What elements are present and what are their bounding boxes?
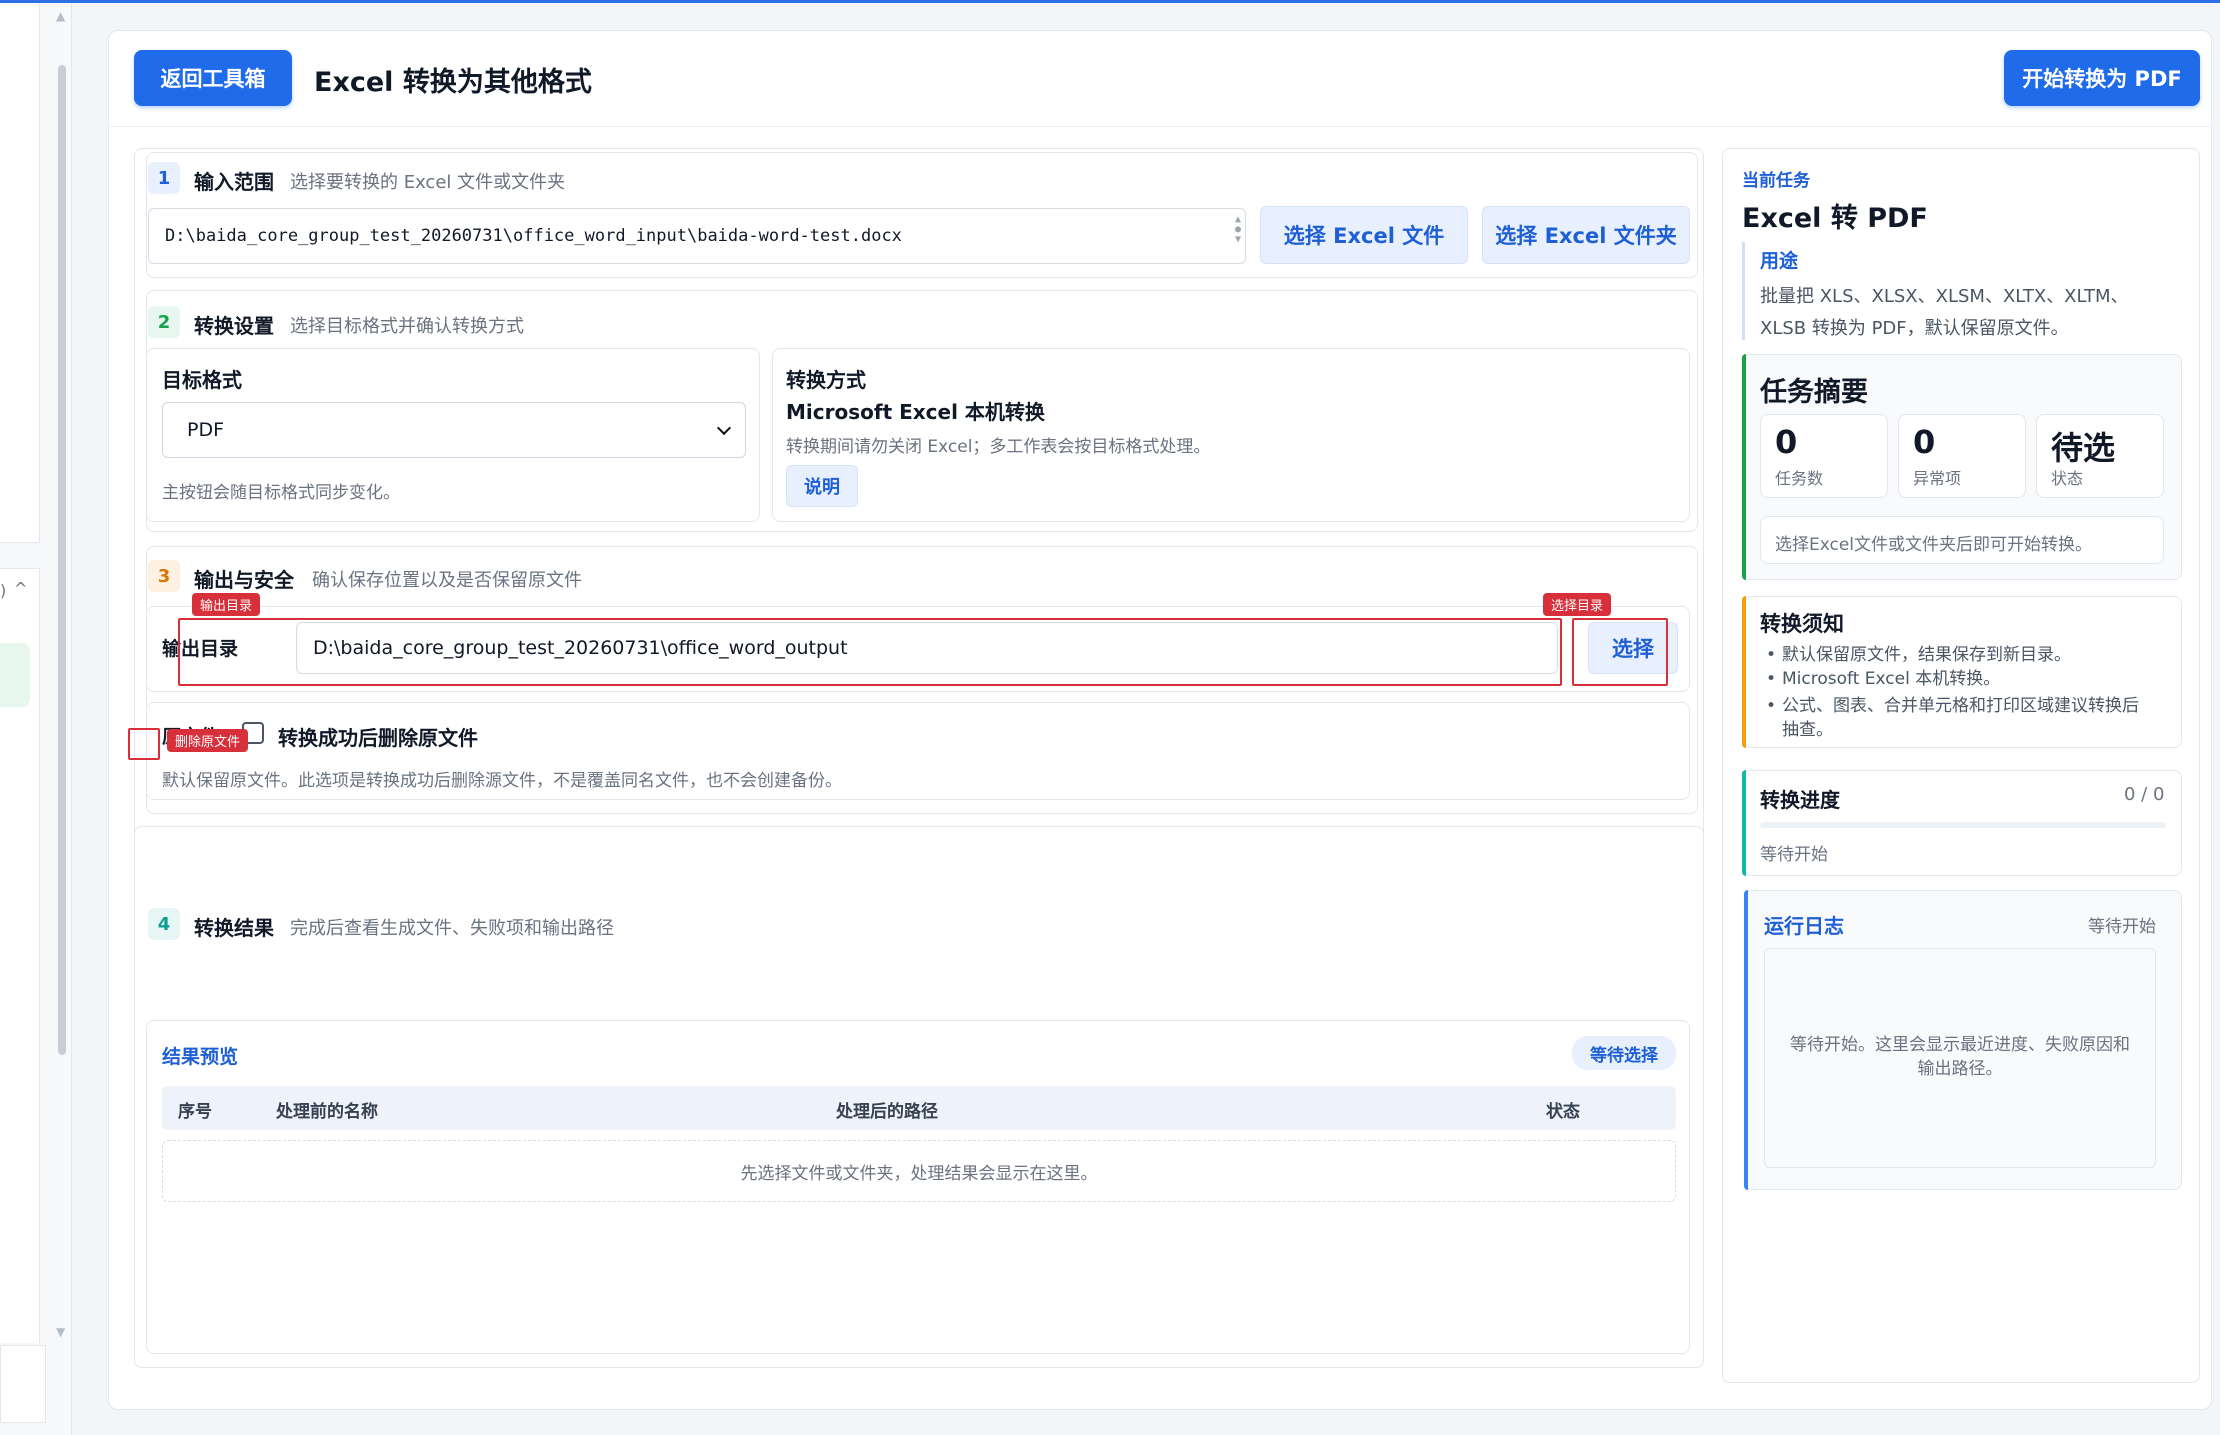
annotation-choose-dir-box <box>1572 618 1668 686</box>
progress-status: 等待开始 <box>1760 845 1828 865</box>
step-1-title: 输入范围 <box>194 170 274 194</box>
column-header-index: 序号 <box>178 1102 212 1122</box>
step-1-badge: 1 <box>148 162 180 194</box>
stat-error-count: 0 异常项 <box>1898 414 2026 498</box>
step-2-subtitle: 选择目标格式并确认转换方式 <box>290 316 524 337</box>
run-log-status: 等待开始 <box>2088 917 2156 937</box>
run-log-text-line-1: 等待开始。这里会显示最近进度、失败原因和 <box>1790 1035 2130 1055</box>
notice-accent <box>1742 596 1746 748</box>
usage-accent <box>1742 242 1745 340</box>
run-log-output[interactable]: 等待开始。这里会显示最近进度、失败原因和 输出路径。 <box>1764 948 2156 1168</box>
background-panel <box>0 1345 46 1423</box>
notice-item: 默认保留原文件，结果保存到新目录。 <box>1766 643 2071 667</box>
log-accent <box>1744 890 1748 1190</box>
run-log-text-line-2: 输出路径。 <box>1917 1059 2003 1079</box>
delete-original-hint: 默认保留原文件。此选项是转换成功后删除源文件，不是覆盖同名文件，也不会创建备份。 <box>162 771 842 791</box>
start-convert-button[interactable]: 开始转换为 PDF <box>2004 50 2200 106</box>
stat-task-count-value: 0 <box>1775 423 1798 461</box>
delete-original-label[interactable]: 转换成功后删除原文件 <box>278 722 478 751</box>
notice-item: 公式、图表、合并单元格和打印区域建议转换后 <box>1766 694 2139 718</box>
usage-label: 用途 <box>1760 250 1799 272</box>
notice-item: Microsoft Excel 本机转换。 <box>1766 667 2000 691</box>
chevron-up-icon: ) <box>0 581 7 600</box>
select-excel-folder-button[interactable]: 选择 Excel 文件夹 <box>1482 206 1690 264</box>
background-chip <box>0 643 30 707</box>
annotation-output-dir-tag: 输出目录 <box>192 593 261 616</box>
current-task-name: Excel 转 PDF <box>1742 203 1928 234</box>
progress-bar <box>1760 822 2166 828</box>
progress-title: 转换进度 <box>1760 788 1840 812</box>
background-app-strip: ) ^ ▲ ▼ <box>0 3 72 1435</box>
summary-accent <box>1742 354 1746 580</box>
column-header-status: 状态 <box>1546 1102 1580 1122</box>
scrollbar-thumb[interactable] <box>58 65 66 1055</box>
stat-status: 待选 状态 <box>2036 414 2164 498</box>
target-format-label: 目标格式 <box>162 368 242 392</box>
step-2-title: 转换设置 <box>194 314 274 338</box>
usage-text-line-2: XLSB 转换为 PDF，默认保留原文件。 <box>1760 318 2069 339</box>
step-4-badge: 4 <box>148 908 180 940</box>
back-to-toolbox-button[interactable]: 返回工具箱 <box>134 50 292 106</box>
usage-text-line-1: 批量把 XLS、XLSX、XLSM、XLTX、XLTM、 <box>1760 286 2129 307</box>
step-2-badge: 2 <box>148 306 180 338</box>
target-format-value: PDF <box>187 419 225 441</box>
input-path-field[interactable]: D:\baida_core_group_test_20260731\office… <box>148 208 1246 264</box>
chevron-down-icon <box>716 420 732 436</box>
chevron-up-icon[interactable]: ^ <box>14 579 27 598</box>
stat-task-count-label: 任务数 <box>1775 469 1824 488</box>
step-4-title: 转换结果 <box>194 916 274 940</box>
scroll-down-arrow-icon[interactable]: ▼ <box>56 1325 65 1339</box>
annotation-output-dir-box <box>178 618 1562 686</box>
convert-method-hint: 转换期间请勿关闭 Excel；多工作表会按目标格式处理。 <box>786 437 1211 457</box>
progress-accent <box>1742 770 1746 876</box>
annotation-choose-dir-tag: 选择目录 <box>1543 593 1612 616</box>
progress-count: 0 / 0 <box>2124 784 2165 805</box>
result-preview-label: 结果预览 <box>162 1046 239 1068</box>
step-4-subtitle: 完成后查看生成文件、失败项和输出路径 <box>290 918 614 939</box>
notice-title: 转换须知 <box>1760 612 1844 636</box>
annotation-delete-tag: 删除原文件 <box>167 729 249 752</box>
target-format-hint: 主按钮会随目标格式同步变化。 <box>162 483 400 503</box>
page-title: Excel 转换为其他格式 <box>314 67 592 98</box>
scroll-up-arrow-icon[interactable]: ▲ <box>56 9 65 23</box>
step-3-title: 输出与安全 <box>194 568 294 592</box>
target-format-select[interactable]: PDF <box>162 402 746 458</box>
stat-status-value: 待选 <box>2051 429 2116 467</box>
current-task-label: 当前任务 <box>1742 171 1810 191</box>
input-path-text: D:\baida_core_group_test_20260731\office… <box>165 226 902 246</box>
header-divider <box>108 126 2212 127</box>
stat-status-label: 状态 <box>2051 469 2084 488</box>
stat-task-count: 0 任务数 <box>1760 414 1888 498</box>
column-header-source-name: 处理前的名称 <box>276 1102 378 1122</box>
step-3-badge: 3 <box>148 560 180 592</box>
notice-item-continued: 抽查。 <box>1782 720 1833 740</box>
step-3-subtitle: 确认保存位置以及是否保留原文件 <box>312 570 582 591</box>
select-excel-file-button[interactable]: 选择 Excel 文件 <box>1260 206 1468 264</box>
task-summary-title: 任务摘要 <box>1760 377 1868 408</box>
background-panel <box>0 3 40 543</box>
convert-method-label: 转换方式 <box>786 368 866 392</box>
step-1-subtitle: 选择要转换的 Excel 文件或文件夹 <box>290 172 566 193</box>
stat-error-count-label: 异常项 <box>1913 469 1962 488</box>
run-log-title: 运行日志 <box>1764 914 1844 938</box>
annotation-delete-box <box>128 728 160 760</box>
result-empty-placeholder: 先选择文件或文件夹，处理结果会显示在这里。 <box>162 1140 1676 1202</box>
summary-hint-box: 选择Excel文件或文件夹后即可开始转换。 <box>1760 516 2164 564</box>
result-status-badge: 等待选择 <box>1572 1036 1676 1070</box>
column-header-output-path: 处理后的路径 <box>836 1102 938 1122</box>
explain-button[interactable]: 说明 <box>786 465 858 507</box>
top-accent-line <box>0 0 2220 3</box>
textarea-spin-icon[interactable]: ▲ ● ▼ <box>1235 215 1241 245</box>
convert-method-value: Microsoft Excel 本机转换 <box>786 400 1045 424</box>
result-table-header: 序号 处理前的名称 处理后的路径 状态 <box>162 1086 1676 1130</box>
summary-hint-text: 选择Excel文件或文件夹后即可开始转换。 <box>1775 535 2093 555</box>
stat-error-count-value: 0 <box>1913 423 1936 461</box>
